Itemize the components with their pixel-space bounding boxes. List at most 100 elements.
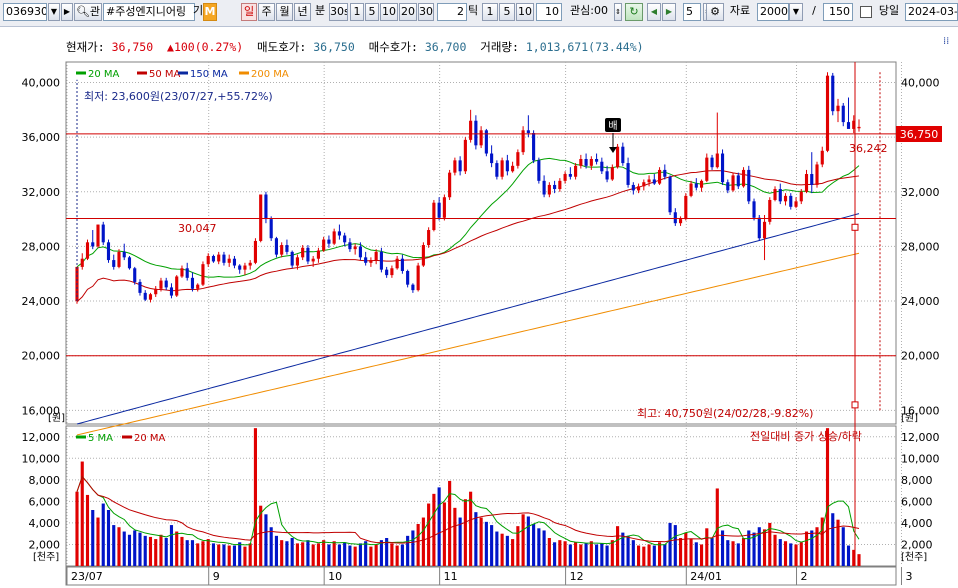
volume-legend-label: 20 MA <box>134 433 166 444</box>
volume-bar <box>553 542 557 566</box>
low-note: 최저: 23,600원(23/07/27,+55.72%) <box>84 90 273 103</box>
vline-handle[interactable] <box>851 223 859 231</box>
candle-body <box>406 271 410 285</box>
candle-body <box>495 163 499 177</box>
volume-bar <box>589 541 593 566</box>
candle-body <box>101 224 105 243</box>
legend-label: 20 MA <box>88 69 120 80</box>
x-tick-label: 12 <box>570 570 584 583</box>
volume-bar <box>652 545 656 566</box>
volume-bar <box>741 538 746 566</box>
volume-bar <box>804 531 809 566</box>
candle-body <box>138 281 142 293</box>
candle-body <box>558 180 562 190</box>
volume-bar <box>143 535 147 566</box>
candle-body <box>400 258 404 272</box>
candle-body <box>337 231 341 236</box>
volume-ma-line-20 <box>76 475 860 544</box>
candle-body <box>463 139 467 172</box>
volume-bar <box>390 543 394 566</box>
candle-body <box>259 194 263 241</box>
legend-label: 200 MA <box>251 69 289 80</box>
candle-body <box>442 197 446 218</box>
volume-bar <box>705 528 709 566</box>
candle-body <box>584 158 588 166</box>
candle-body <box>343 235 347 243</box>
volume-bar <box>332 541 336 566</box>
volume-bar <box>505 535 509 566</box>
volume-bar <box>631 540 635 566</box>
volume-bar <box>731 541 735 566</box>
ma-line-50ma <box>76 170 860 303</box>
candle-body <box>474 120 478 146</box>
volume-bar <box>306 540 310 566</box>
volume-bar <box>206 539 210 566</box>
candle-body <box>411 284 415 291</box>
candle-body <box>421 245 425 266</box>
volume-bar <box>626 535 630 566</box>
candle-body <box>159 280 163 289</box>
volume-unit-label: [천주] <box>33 551 59 563</box>
ma-line-20ma <box>76 157 860 278</box>
volume-bar <box>301 542 305 566</box>
candle-body <box>511 165 515 172</box>
candle-body <box>757 217 761 239</box>
volume-bar <box>463 499 467 566</box>
hline-30047-label: 30,047 <box>178 222 217 235</box>
candle-body <box>626 163 630 185</box>
ma-line-150ma <box>76 213 860 425</box>
volume-bar <box>521 514 525 566</box>
candle-body <box>143 292 147 300</box>
candle-body <box>542 180 546 195</box>
price-tick-right: 32,000 <box>901 186 940 199</box>
candle-body <box>164 280 168 288</box>
volume-bar <box>290 538 294 566</box>
volume-bar <box>778 539 782 566</box>
volume-bar <box>248 543 252 566</box>
candle-body <box>385 269 389 276</box>
candle-body <box>190 277 195 289</box>
vline-handle[interactable] <box>851 401 859 409</box>
volume-bar <box>657 542 662 566</box>
volume-bar <box>637 545 641 566</box>
volume-bar <box>831 513 835 566</box>
volume-bar <box>715 488 719 566</box>
price-unit-label-right: [원] <box>901 412 918 424</box>
volume-bar <box>264 514 268 566</box>
candle-body <box>836 105 840 112</box>
candle-body <box>364 257 368 263</box>
volume-bar <box>532 524 536 566</box>
volume-bar <box>694 542 698 566</box>
volume-bar <box>794 544 798 566</box>
volume-bar <box>537 528 541 566</box>
volume-bar <box>542 530 546 566</box>
stock-chart[interactable]: 40,00040,00036,00036,00032,00032,00028,0… <box>0 0 958 588</box>
candle-body <box>222 254 226 263</box>
volume-bar <box>616 526 620 566</box>
volume-bar <box>101 503 105 566</box>
volume-bar <box>469 491 473 566</box>
candle-body <box>301 247 305 258</box>
volume-bar <box>610 540 614 566</box>
candle-body <box>196 284 200 289</box>
volume-bar <box>500 533 504 566</box>
volume-bar <box>285 541 289 566</box>
candle-body <box>500 160 504 177</box>
volume-bar <box>169 525 174 566</box>
volume-bar <box>337 544 341 566</box>
volume-bar <box>379 540 383 566</box>
candle-body <box>316 250 320 259</box>
candle-body <box>689 183 693 196</box>
candle-body <box>789 195 793 207</box>
candle-body <box>537 160 541 181</box>
volume-tick-left: 12,000 <box>22 431 61 444</box>
price-tick-right: 28,000 <box>901 240 940 253</box>
candle-body <box>783 195 788 202</box>
volume-tick-left: 10,000 <box>22 452 61 465</box>
volume-bar <box>316 543 320 566</box>
candle-body <box>180 268 184 277</box>
volume-bar <box>437 487 441 566</box>
candle-body <box>227 258 231 263</box>
volume-bar <box>364 541 368 566</box>
candle-body <box>248 262 252 266</box>
